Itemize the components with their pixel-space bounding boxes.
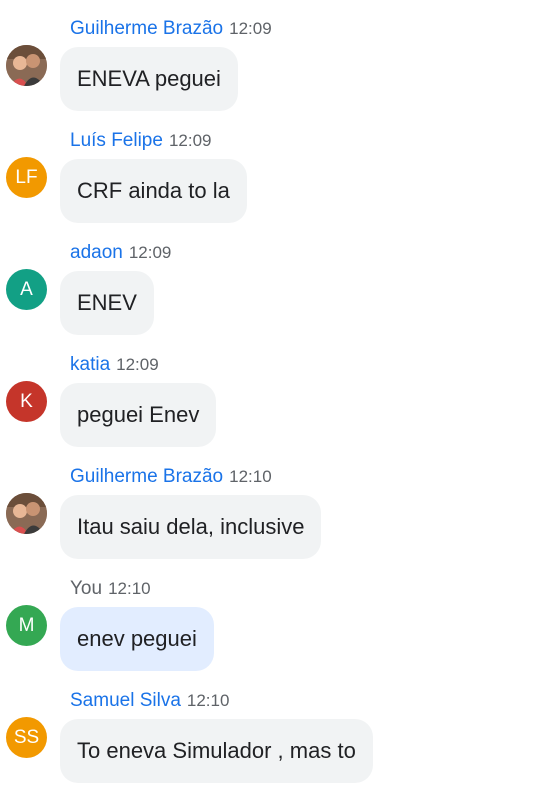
message-header: Samuel Silva 12:10 xyxy=(70,689,229,713)
chat-message: Guilherme Brazão 12:10 Itau saiu dela, in… xyxy=(0,465,546,577)
avatar[interactable]: LF xyxy=(6,157,47,198)
person-photo-icon xyxy=(6,45,47,86)
sender-name[interactable]: Guilherme Brazão xyxy=(70,18,223,39)
avatar[interactable] xyxy=(6,45,47,86)
chat-message-self: You 12:10 M enev peguei xyxy=(0,577,546,689)
avatar[interactable]: A xyxy=(6,269,47,310)
sender-name[interactable]: adaon xyxy=(70,242,123,263)
message-time: 12:09 xyxy=(128,243,172,262)
message-bubble[interactable]: peguei Enev xyxy=(60,383,217,447)
person-photo-icon xyxy=(6,493,47,534)
message-bubble[interactable]: enev peguei xyxy=(60,607,214,671)
avatar[interactable]: K xyxy=(6,381,47,422)
message-bubble[interactable]: To eneva Simulador , mas to xyxy=(60,719,373,783)
message-time: 12:09 xyxy=(116,355,159,374)
avatar[interactable] xyxy=(6,493,47,534)
message-time: 12:10 xyxy=(186,691,230,710)
message-bubble[interactable]: Itau saiu dela, inclusive xyxy=(60,495,322,559)
message-time: 12:09 xyxy=(229,19,272,38)
message-time: 12:09 xyxy=(168,131,212,150)
sender-name[interactable]: katia xyxy=(70,354,110,375)
message-header: Luís Felipe 12:09 xyxy=(70,129,212,153)
message-time: 12:10 xyxy=(108,579,151,598)
avatar[interactable]: SS xyxy=(6,717,47,758)
sender-name: You xyxy=(70,578,103,599)
message-header: adaon 12:09 xyxy=(70,241,171,265)
message-bubble[interactable]: ENEVA peguei xyxy=(60,47,238,111)
message-header: katia 12:09 xyxy=(70,353,159,377)
message-header: Guilherme Brazão 12:10 xyxy=(70,465,272,489)
avatar[interactable]: M xyxy=(6,605,47,646)
sender-name[interactable]: Luís Felipe xyxy=(70,130,163,151)
chat-message: Samuel Silva 12:10 SS To eneva Simulador … xyxy=(0,689,546,801)
chat-message-list: Guilherme Brazão 12:09 ENEVA peguei Luís … xyxy=(0,0,546,783)
message-header: You 12:10 xyxy=(70,577,151,601)
message-header: Guilherme Brazão 12:09 xyxy=(70,17,272,41)
message-time: 12:10 xyxy=(229,467,272,486)
chat-message: katia 12:09 K peguei Enev xyxy=(0,353,546,465)
sender-name[interactable]: Samuel Silva xyxy=(70,690,181,711)
chat-message: Luís Felipe 12:09 LF CRF ainda to la xyxy=(0,129,546,241)
message-bubble[interactable]: ENEV xyxy=(60,271,154,335)
message-bubble[interactable]: CRF ainda to la xyxy=(60,159,247,223)
chat-message: adaon 12:09 A ENEV xyxy=(0,241,546,353)
sender-name[interactable]: Guilherme Brazão xyxy=(70,466,223,487)
chat-message: Guilherme Brazão 12:09 ENEVA peguei xyxy=(0,17,546,129)
